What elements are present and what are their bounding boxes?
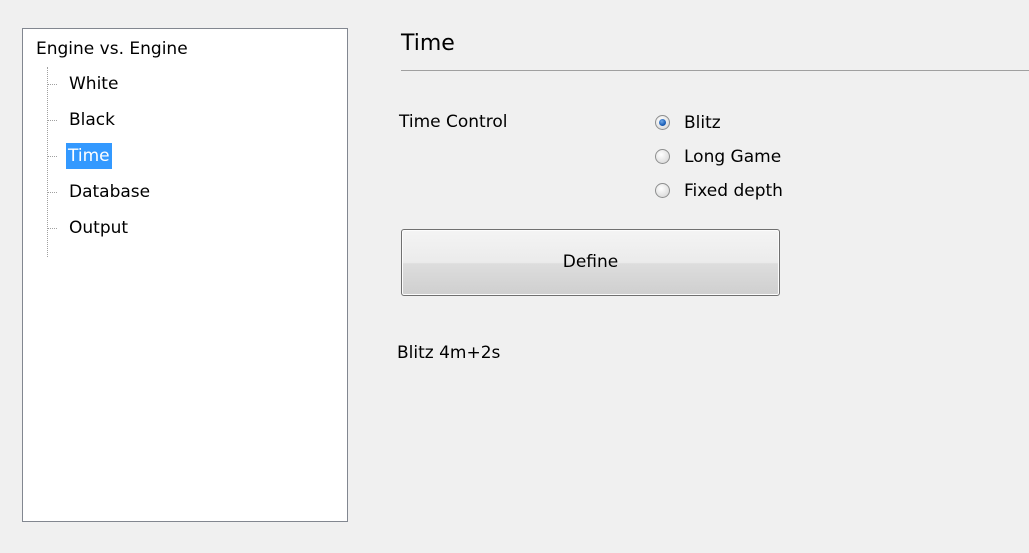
tree-item-label: Output <box>69 218 129 238</box>
radio-label[interactable]: Blitz <box>684 110 721 136</box>
time-control-summary: Blitz 4m+2s <box>397 343 501 363</box>
tree-root-engine-vs-engine[interactable]: Engine vs. Engine <box>36 37 188 61</box>
radio-button-icon[interactable] <box>655 149 670 164</box>
tree-item-label: Time <box>66 143 112 169</box>
tree-item-label: White <box>69 74 119 94</box>
tree-item-black[interactable]: Black <box>47 107 247 133</box>
tree-item-label: Black <box>69 110 115 130</box>
tree-branch-line <box>47 84 57 85</box>
tree-branch-line <box>47 192 57 193</box>
section-divider <box>401 70 1029 71</box>
radio-label[interactable]: Long Game <box>684 144 781 170</box>
settings-tree[interactable]: Engine vs. Engine White Black Time Datab… <box>22 28 348 522</box>
define-button[interactable]: Define <box>401 229 780 296</box>
section-title: Time <box>401 31 455 56</box>
tree-item-time[interactable]: Time <box>47 143 247 169</box>
tree-branch-line <box>47 120 57 121</box>
radio-button-icon[interactable] <box>655 183 670 198</box>
radio-blitz[interactable]: Blitz <box>653 108 903 138</box>
tree-item-white[interactable]: White <box>47 71 247 97</box>
tree-item-output[interactable]: Output <box>47 215 247 241</box>
radio-button-checked-icon[interactable] <box>655 115 670 130</box>
tree-item-label: Database <box>69 182 151 202</box>
tree-branch-line <box>47 156 57 157</box>
tree-branch-line <box>47 228 57 229</box>
tree-item-database[interactable]: Database <box>47 179 247 205</box>
radio-label[interactable]: Fixed depth <box>684 178 783 204</box>
time-control-label: Time Control <box>399 112 508 132</box>
radio-fixed-depth[interactable]: Fixed depth <box>653 176 903 206</box>
radio-long-game[interactable]: Long Game <box>653 142 903 172</box>
